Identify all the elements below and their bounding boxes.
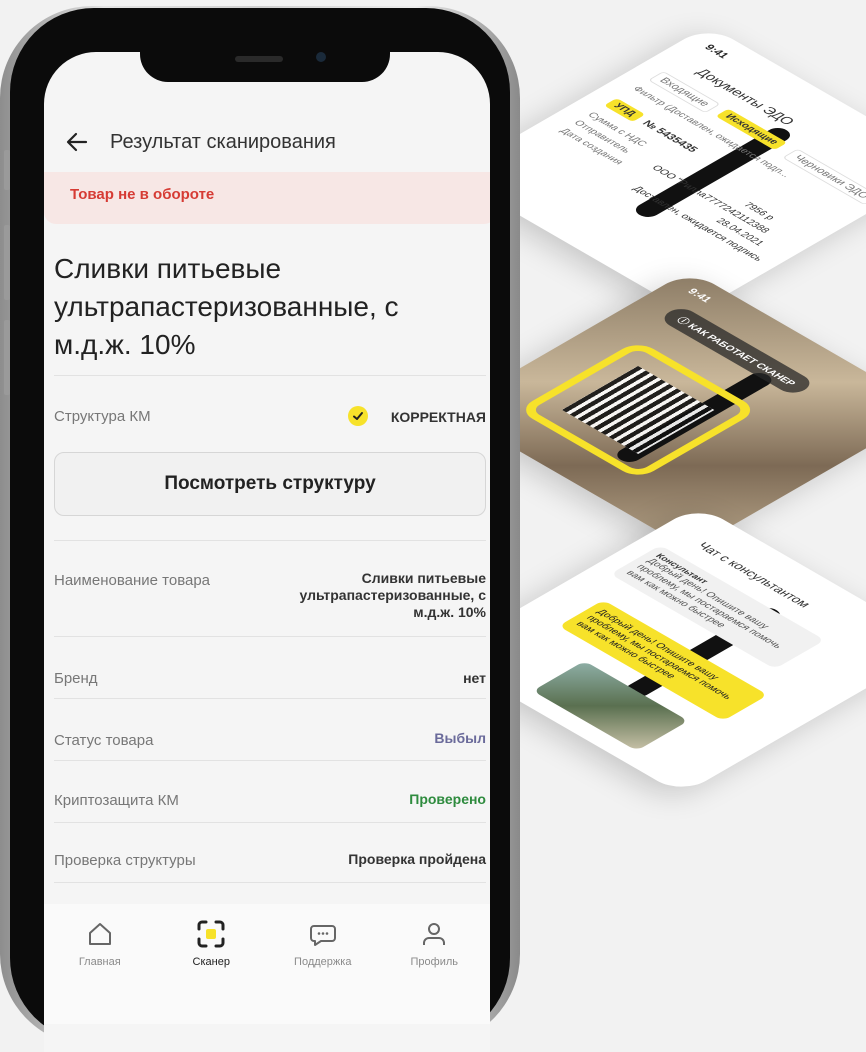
detail-value-structure-check: Проверка пройдена: [348, 851, 486, 867]
qr-code-icon: [561, 366, 715, 454]
detail-value-brand: нет: [463, 670, 486, 686]
page-title: Результат сканирования: [110, 130, 336, 153]
alert-text: Товар не в обороте: [70, 186, 215, 203]
home-icon: [88, 923, 111, 945]
divider: [54, 540, 486, 541]
tab-support-label: Поддержка: [294, 956, 352, 968]
divider: [54, 375, 486, 376]
product-title: Сливки питьевые ультрапастеризованные, с…: [54, 253, 399, 360]
home-indicator-area: [44, 984, 490, 1024]
detail-label-crypto: Криптозащита КМ: [54, 792, 179, 809]
phone-notch: [140, 50, 390, 82]
bottom-tabbar: Главная Сканер Поддержка Профиль: [44, 904, 490, 984]
status-alert: Товар не в обороте: [44, 172, 490, 224]
check-icon: [348, 406, 368, 426]
scanner-icon: [197, 920, 225, 948]
tab-support[interactable]: Поддержка: [267, 904, 379, 984]
tab-scanner-label: Сканер: [192, 956, 230, 968]
detail-label-brand: Бренд: [54, 670, 98, 687]
detail-label-status: Статус товара: [54, 732, 154, 749]
detail-value-name: Сливки питьевые ультрапастеризованные, с…: [299, 570, 486, 620]
divider: [54, 698, 486, 699]
edo-time: 9:41: [701, 43, 731, 61]
structure-label: Структура КМ: [54, 408, 151, 425]
tab-profile-label: Профиль: [410, 956, 459, 968]
back-arrow-icon[interactable]: [66, 130, 90, 154]
app-header: Результат сканирования: [44, 112, 490, 172]
divider: [54, 882, 486, 883]
tab-home[interactable]: Главная: [44, 904, 156, 984]
scanner-time: 9:41: [684, 287, 715, 305]
chat-icon: [309, 925, 336, 946]
tab-profile[interactable]: Профиль: [379, 904, 491, 984]
edo-tab-drafts: Черновики ЭДО: [782, 148, 866, 206]
view-structure-button[interactable]: Посмотреть структуру: [54, 452, 486, 516]
detail-label-structure-check: Проверка структуры: [54, 852, 196, 869]
structure-status: КОРРЕКТНАЯ: [390, 409, 486, 425]
divider: [54, 760, 486, 761]
edo-doc-type: УПД: [603, 98, 645, 122]
profile-icon: [423, 923, 446, 945]
detail-value-crypto: Проверено: [409, 791, 486, 807]
tab-scanner[interactable]: Сканер: [156, 904, 268, 984]
divider: [54, 636, 486, 637]
app-screen: Результат сканирования Товар не в оборот…: [44, 52, 490, 1052]
tab-home-label: Главная: [78, 956, 121, 968]
detail-value-status: Выбыл: [434, 730, 486, 746]
speaker-grille: [235, 56, 283, 62]
divider: [54, 822, 486, 823]
scan-frame: [516, 340, 760, 480]
front-camera: [316, 52, 326, 62]
detail-label-name: Наименование товара: [54, 572, 211, 589]
